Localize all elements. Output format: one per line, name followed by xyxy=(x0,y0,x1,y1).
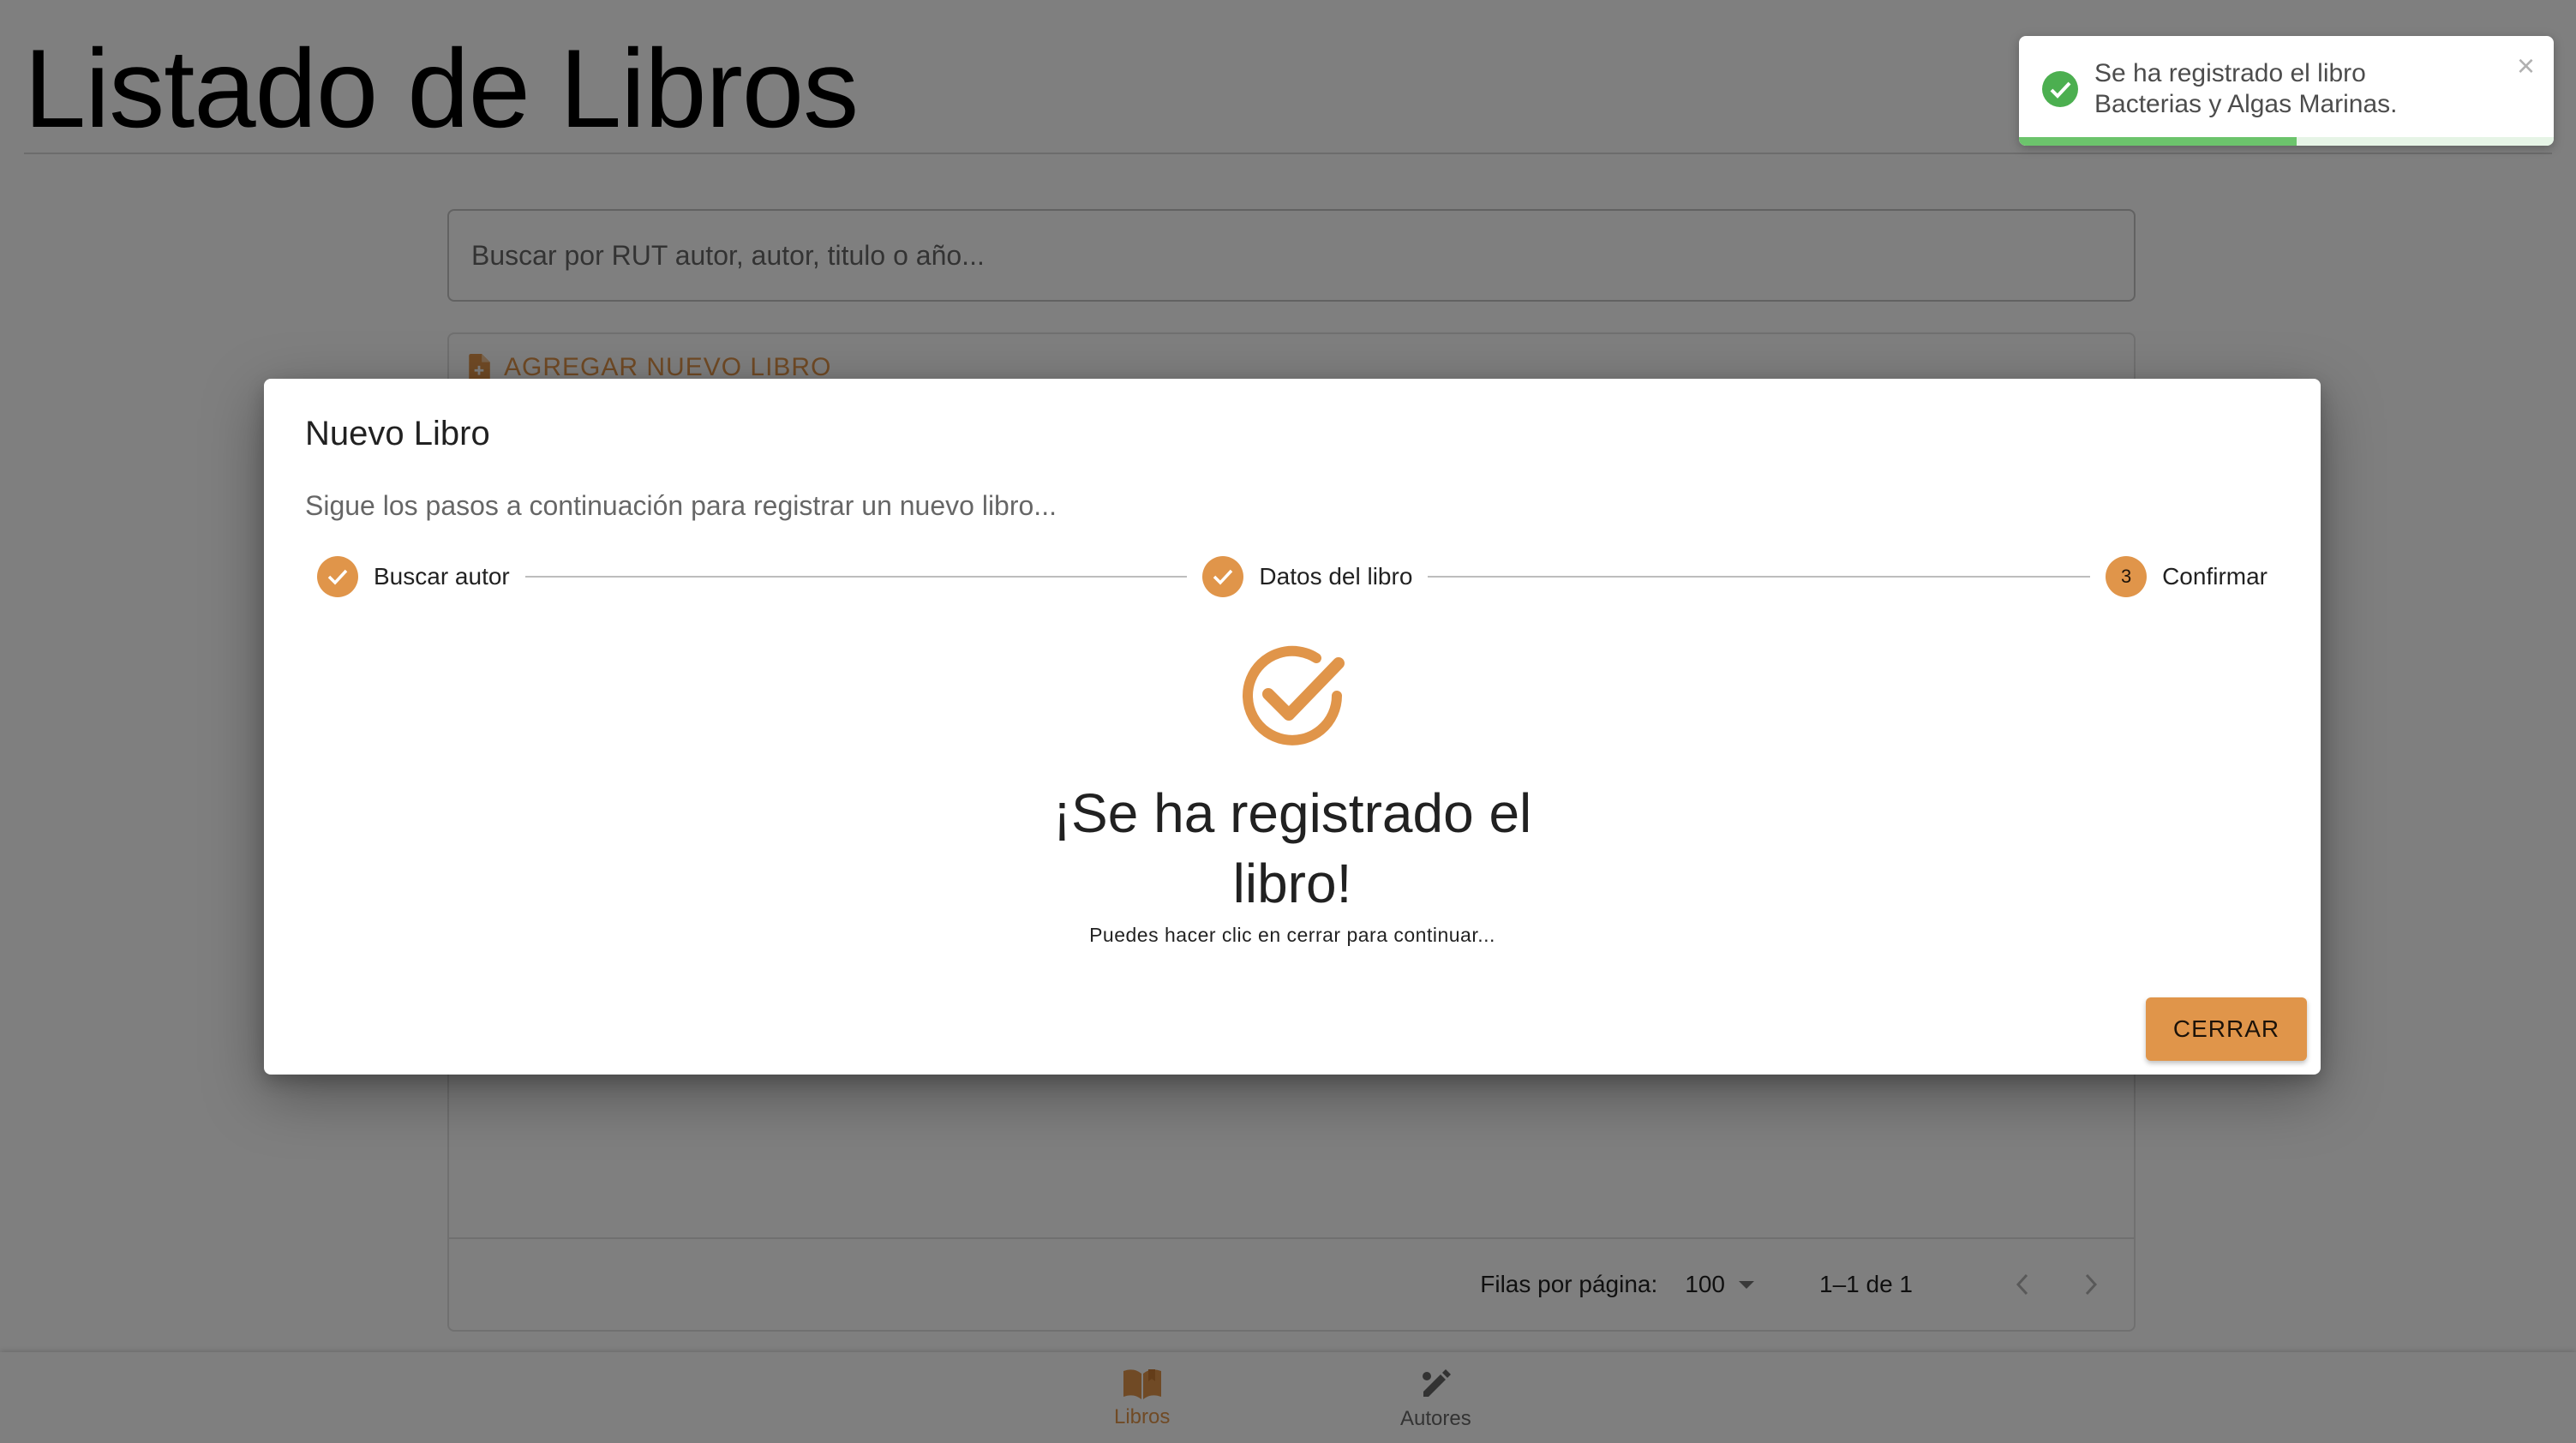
step-connector xyxy=(524,576,1188,578)
step-label: Datos del libro xyxy=(1259,563,1413,590)
step-datos-del-libro: Datos del libro xyxy=(1202,556,1412,597)
toast-message: Se ha registrado el libro Bacterias y Al… xyxy=(2094,58,2397,120)
step-label: Buscar autor xyxy=(374,563,510,590)
step-completed-icon xyxy=(1202,556,1244,597)
check-circle-icon xyxy=(1243,645,1345,745)
step-confirmar: 3 Confirmar xyxy=(2106,556,2267,597)
toast-line-1: Se ha registrado el libro xyxy=(2094,59,2366,87)
new-book-dialog: Nuevo Libro Sigue los pasos a continuaci… xyxy=(264,379,2321,1075)
toast-line-2: Bacterias y Algas Marinas. xyxy=(2094,90,2398,118)
step-buscar-autor: Buscar autor xyxy=(317,556,510,597)
close-button[interactable]: CERRAR xyxy=(2146,997,2307,1061)
success-title: ¡Se ha registrado el libro! xyxy=(1052,782,1532,914)
step-number-icon: 3 xyxy=(2106,556,2148,597)
toast-progress-bar xyxy=(2019,137,2554,146)
toast-progress-fill xyxy=(2019,137,2297,146)
dialog-title: Nuevo Libro xyxy=(305,415,490,452)
step-connector xyxy=(1428,576,2091,578)
step-completed-icon xyxy=(317,556,358,597)
success-check-icon xyxy=(2042,71,2078,107)
stepper: Buscar autor Datos del libro 3 Confirmar xyxy=(317,555,2267,598)
success-toast: Se ha registrado el libro Bacterias y Al… xyxy=(2019,36,2554,146)
step-label: Confirmar xyxy=(2162,563,2267,590)
success-panel: ¡Se ha registrado el libro! Puedes hacer… xyxy=(264,636,2321,947)
dialog-description: Sigue los pasos a continuación para regi… xyxy=(305,490,1057,521)
toast-close-icon[interactable]: × xyxy=(2517,48,2535,84)
success-subtitle: Puedes hacer clic en cerrar para continu… xyxy=(1089,924,1495,946)
